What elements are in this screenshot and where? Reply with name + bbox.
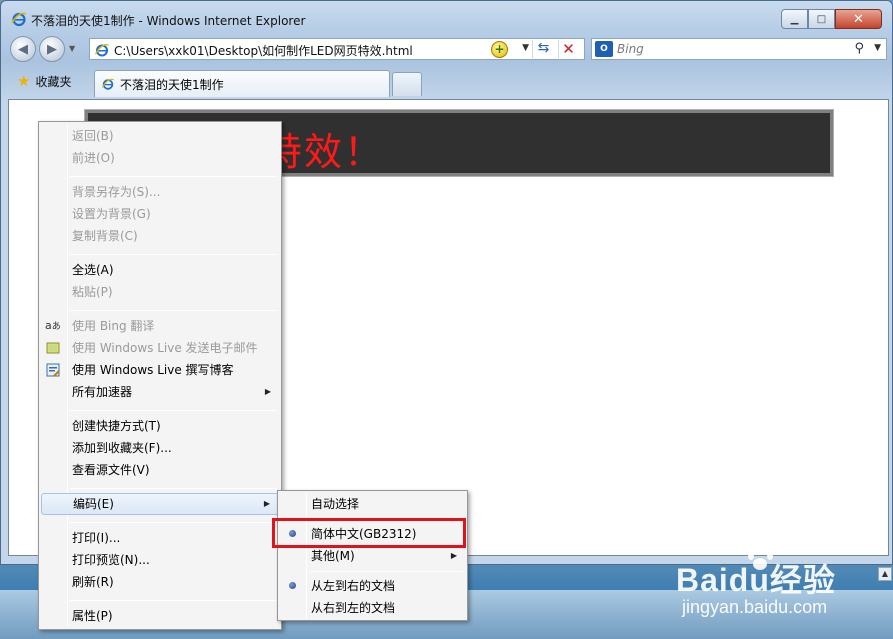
menu-item-select-all[interactable]: 全选(A)	[41, 259, 279, 281]
compatibility-view-button[interactable]: +	[491, 41, 508, 58]
menu-separator	[70, 488, 277, 489]
encoding-submenu: 自动选择 简体中文(GB2312) 其他(M) ▶ 从左到右的文档 从右到左的文…	[277, 490, 468, 621]
menu-separator	[70, 176, 277, 177]
blog-icon	[46, 363, 60, 377]
back-button[interactable]: ◀	[10, 36, 36, 62]
outlook-icon: O	[595, 41, 613, 57]
menu-separator	[70, 522, 277, 523]
menu-item-label: 编码(E)	[73, 497, 114, 511]
window-controls: ▁ □ ✕	[781, 9, 882, 29]
new-tab-button[interactable]	[392, 72, 422, 96]
led-scrolling-text: 特效！	[264, 130, 385, 174]
favorites-label: 收藏夹	[35, 74, 72, 89]
menu-item-label: 使用 Bing 翻译	[72, 319, 155, 333]
watermark-url: jingyan.baidu.com	[682, 597, 828, 617]
menu-separator	[70, 600, 277, 601]
menu-item-label: 其他(M)	[311, 549, 355, 563]
radio-selected-icon	[289, 582, 296, 589]
menu-item-ltr[interactable]: 从左到右的文档	[280, 575, 465, 597]
stop-icon: ✕	[562, 40, 575, 58]
menu-item-save-background[interactable]: 背景另存为(S)...	[41, 181, 279, 203]
refresh-button[interactable]: ⇆	[532, 40, 554, 58]
menu-item-forward[interactable]: 前进(O)	[41, 147, 279, 169]
favorites-button[interactable]: ★ 收藏夹	[11, 69, 78, 93]
minimize-button[interactable]: ▁	[781, 9, 808, 29]
menu-item-auto-select[interactable]: 自动选择	[280, 493, 465, 515]
menu-item-refresh[interactable]: 刷新(R)	[41, 571, 279, 593]
address-dropdown-button[interactable]: ▼	[522, 43, 529, 53]
search-input[interactable]: Bing	[617, 42, 644, 56]
menu-item-bing-translate[interactable]: aあ 使用 Bing 翻译	[41, 315, 279, 337]
favorites-bar: ★ 收藏夹 不落泪的天使1制作	[1, 67, 892, 97]
page-icon	[94, 44, 109, 57]
navigation-bar: ◀ ▶ ▼ C:\Users\xxk01\Desktop\如何制作LED网页特效…	[1, 35, 892, 65]
tab-label: 不落泪的天使1制作	[120, 77, 224, 92]
compat-plus-icon: +	[494, 42, 505, 56]
menu-item-other[interactable]: 其他(M) ▶	[280, 545, 465, 567]
url-text[interactable]: C:\Users\xxk01\Desktop\如何制作LED网页特效.html	[114, 42, 413, 59]
maximize-icon: □	[816, 13, 827, 25]
ie-icon	[11, 12, 27, 27]
menu-item-label: 所有加速器	[72, 385, 133, 399]
menu-item-print-preview[interactable]: 打印预览(N)...	[41, 549, 279, 571]
search-options-dropdown[interactable]: ▼	[874, 43, 881, 53]
search-box[interactable]: O Bing ⚲ ▼	[591, 38, 887, 60]
submenu-arrow-icon: ▶	[264, 387, 271, 396]
menu-item-live-blog[interactable]: 使用 Windows Live 撰写博客	[41, 359, 279, 381]
menu-item-all-accelerators[interactable]: 所有加速器 ▶	[41, 381, 279, 403]
menu-item-live-email[interactable]: 使用 Windows Live 发送电子邮件	[41, 337, 279, 359]
back-arrow-icon: ◀	[18, 41, 28, 57]
forward-arrow-icon: ▶	[47, 41, 57, 57]
close-button[interactable]: ✕	[835, 9, 882, 29]
window-title: 不落泪的天使1制作 - Windows Internet Explorer	[31, 14, 306, 28]
annotation-highlight-box	[272, 518, 466, 548]
menu-item-print[interactable]: 打印(I)...	[41, 527, 279, 549]
close-icon: ✕	[853, 11, 864, 27]
menu-item-paste[interactable]: 粘贴(P)	[41, 281, 279, 303]
tab-active[interactable]: 不落泪的天使1制作	[94, 70, 390, 97]
menu-item-label: 使用 Windows Live 撰写博客	[72, 363, 234, 377]
translate-icon: aあ	[45, 319, 61, 332]
menu-item-view-source[interactable]: 查看源文件(V)	[41, 459, 279, 481]
menu-separator	[309, 571, 463, 572]
menu-separator	[70, 310, 277, 311]
context-menu: 返回(B) 前进(O) 背景另存为(S)... 设置为背景(G) 复制背景(C)…	[38, 121, 282, 630]
menu-item-rtl[interactable]: 从右到左的文档	[280, 597, 465, 619]
refresh-icon: ⇆	[537, 40, 550, 56]
menu-item-back[interactable]: 返回(B)	[41, 125, 279, 147]
stop-button[interactable]: ✕	[558, 40, 578, 58]
menu-separator	[70, 254, 277, 255]
title-bar: 不落泪的天使1制作 - Windows Internet Explorer ▁ …	[1, 1, 892, 35]
minimize-icon: ▁	[790, 13, 799, 25]
menu-item-create-shortcut[interactable]: 创建快捷方式(T)	[41, 415, 279, 437]
ie-tab-icon	[101, 78, 114, 90]
search-icon[interactable]: ⚲	[854, 41, 864, 56]
mail-icon	[46, 342, 60, 354]
menu-separator	[70, 410, 277, 411]
menu-item-label: 从左到右的文档	[311, 579, 396, 593]
menu-item-label: 使用 Windows Live 发送电子邮件	[72, 341, 258, 355]
recent-pages-dropdown[interactable]: ▼	[69, 44, 75, 53]
menu-item-properties[interactable]: 属性(P)	[41, 605, 279, 627]
menu-item-encoding[interactable]: 编码(E) ▶	[41, 493, 279, 515]
submenu-arrow-icon: ▶	[450, 551, 457, 560]
submenu-arrow-icon: ▶	[263, 499, 270, 508]
watermark-logo: Baidu经验	[676, 562, 836, 598]
menu-item-copy-background[interactable]: 复制背景(C)	[41, 225, 279, 247]
maximize-button[interactable]: □	[808, 9, 835, 29]
star-icon: ★	[17, 72, 31, 90]
forward-button[interactable]: ▶	[39, 36, 65, 62]
address-bar[interactable]: C:\Users\xxk01\Desktop\如何制作LED网页特效.html …	[89, 38, 585, 60]
menu-item-add-favorites[interactable]: 添加到收藏夹(F)...	[41, 437, 279, 459]
menu-item-set-background[interactable]: 设置为背景(G)	[41, 203, 279, 225]
baidu-watermark: Baidu经验 jingyan.baidu.com	[670, 545, 885, 630]
